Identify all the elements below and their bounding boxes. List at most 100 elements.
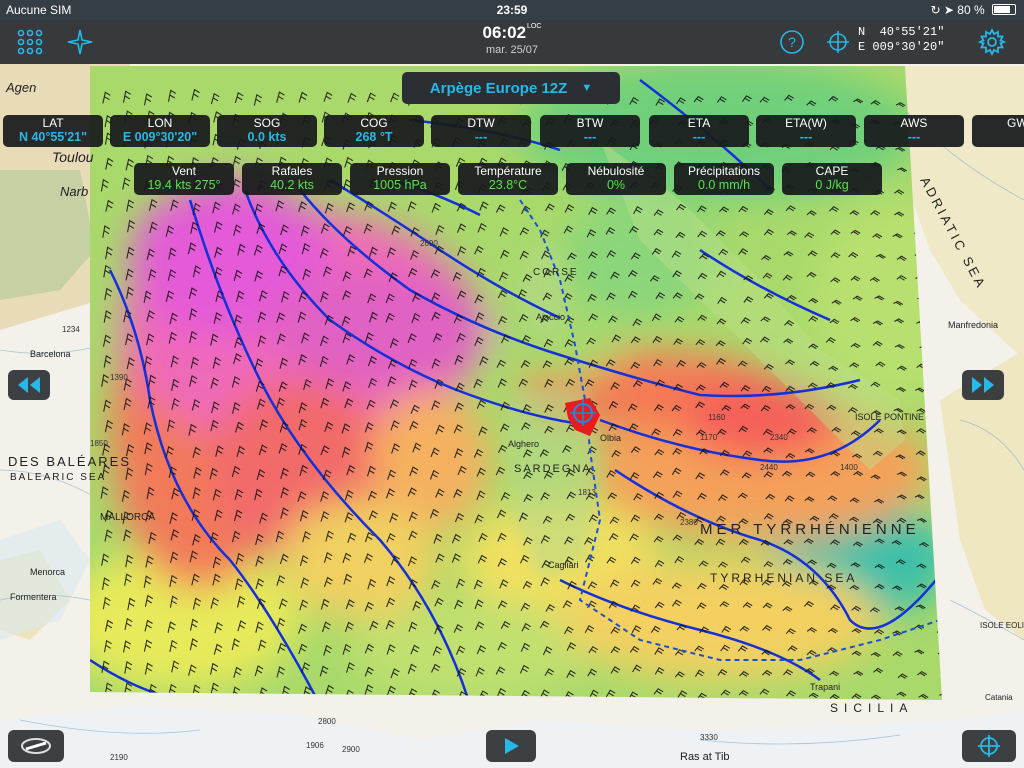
- depth-sounding: 1813: [578, 488, 596, 497]
- depth-sounding: 1906: [306, 741, 324, 750]
- fast-forward-button[interactable]: [962, 370, 1004, 400]
- orientation-lock-icon: ↻: [930, 3, 941, 17]
- tile-value: 268 °T: [355, 130, 393, 144]
- depth-sounding: 1170: [700, 433, 718, 442]
- tile-gusts[interactable]: Rafales 40.2 kts: [242, 163, 342, 195]
- position-readout: N 40°55'21" E 009°30'20": [858, 25, 944, 55]
- depth-sounding: 3330: [700, 733, 718, 742]
- depth-sounding: 2800: [318, 717, 336, 726]
- depth-sounding: 2380: [680, 518, 698, 527]
- map-label-alghero: Alghero: [508, 439, 539, 449]
- compass-star-icon[interactable]: [64, 26, 96, 58]
- depth-sounding: 2440: [760, 463, 778, 472]
- map-label-catania: Catania: [985, 693, 1013, 702]
- tile-precipitation[interactable]: Précipitations 0.0 mm/h: [674, 163, 774, 195]
- tile-eta[interactable]: ETA ---: [649, 115, 749, 147]
- map-label-toulou: Toulou: [52, 149, 94, 165]
- map-label-formentera: Formentera: [10, 592, 57, 602]
- crosshair-target-icon[interactable]: [822, 26, 854, 58]
- tile-aws[interactable]: AWS ---: [864, 115, 964, 147]
- tile-value: 23.8°C: [488, 178, 528, 192]
- map-label-ras-at-tib: Ras at Tib: [680, 751, 730, 763]
- location-arrow-icon: ➤: [943, 3, 954, 17]
- rewind-icon: [18, 377, 40, 393]
- map-label-barcelona: Barcelona: [30, 349, 71, 359]
- play-icon: [505, 738, 519, 754]
- map-label-balearic: BALEARIC SEA: [10, 472, 106, 483]
- map-label-tyrrhen-en: TYRRHENIAN SEA: [710, 571, 857, 585]
- map-label-mallorca: MALLORCA: [100, 512, 155, 523]
- map-label-sardegna: SARDEGNA: [514, 463, 592, 475]
- tile-cog[interactable]: COG 268 °T: [324, 115, 424, 147]
- depth-sounding: 2690: [420, 239, 438, 248]
- map-label-isole-pontine: ISOLE PONTINE: [855, 412, 924, 422]
- clock-time: 06:02: [482, 23, 527, 42]
- tile-label: ETA(W): [785, 116, 827, 130]
- tile-label: COG: [360, 116, 388, 130]
- tile-wind[interactable]: Vent 19.4 kts 275°: [134, 163, 234, 195]
- tile-value: 0.0 mm/h: [697, 178, 751, 192]
- help-icon[interactable]: ?: [776, 26, 808, 58]
- tile-lon[interactable]: LON E 009°30'20": [110, 115, 210, 147]
- position-lon: E 009°30'20": [858, 40, 945, 54]
- tile-label: Nébulosité: [587, 164, 645, 178]
- tile-value: ---: [583, 130, 597, 144]
- play-button[interactable]: [486, 730, 536, 762]
- depth-sounding: 1160: [708, 413, 726, 422]
- rewind-button[interactable]: [8, 370, 50, 400]
- tile-value: 0 J/kg: [815, 178, 849, 192]
- tile-lat[interactable]: LAT N 40°55'21": [3, 115, 103, 147]
- status-bar: Aucune SIM 23:59 ↻ ➤ 80 %: [0, 0, 1024, 20]
- tile-pressure[interactable]: Pression 1005 hPa: [350, 163, 450, 195]
- tile-cape[interactable]: CAPE 0 J/kg: [782, 163, 882, 195]
- svg-text:?: ?: [788, 34, 796, 50]
- tile-value: 40.2 kts: [270, 178, 314, 192]
- tile-label: SOG: [253, 116, 281, 130]
- map-label-baleares: DES BALÉARES: [8, 454, 131, 469]
- depth-sounding: 1390: [110, 373, 128, 382]
- depth-sounding: 2340: [770, 433, 788, 442]
- tile-cloud-cover[interactable]: Nébulosité 0%: [566, 163, 666, 195]
- tile-temperature[interactable]: Température 23.8°C: [458, 163, 558, 195]
- status-time: 23:59: [496, 3, 528, 17]
- tile-label: LON: [147, 116, 173, 130]
- fast-forward-icon: [972, 377, 994, 393]
- tile-label: LAT: [42, 116, 64, 130]
- tile-value: N 40°55'21": [18, 130, 88, 144]
- tile-btw[interactable]: BTW ---: [540, 115, 640, 147]
- map-label-tyrrhen-fr: MER TYRRHÉNIENNE: [700, 521, 920, 538]
- tile-value: 0%: [606, 178, 626, 192]
- position-lat: N 40°55'21": [858, 25, 945, 39]
- route-button[interactable]: [8, 730, 64, 762]
- model-selector[interactable]: Arpège Europe 12Z ▼: [402, 72, 620, 104]
- map-label-isole-eolie: ISOLE EOLIE: [980, 621, 1024, 630]
- status-right: ↻ ➤ 80 %: [930, 3, 1016, 17]
- tile-sog[interactable]: SOG 0.0 kts: [217, 115, 317, 147]
- map-label-corse: CORSE: [533, 267, 579, 278]
- depth-sounding: 1400: [840, 463, 858, 472]
- map-label-agen: Agen: [5, 80, 36, 95]
- top-toolbar: 06:02LOC mar. 25/07 ? N 40°55'21" E 009°3…: [0, 20, 1024, 64]
- tile-label: BTW: [576, 116, 604, 130]
- tile-dtw[interactable]: DTW ---: [431, 115, 531, 147]
- clock-date: mar. 25/07: [486, 44, 538, 56]
- grid-menu-icon[interactable]: [14, 26, 46, 58]
- tile-value: ---: [692, 130, 706, 144]
- tile-label: AWS: [900, 116, 928, 130]
- tile-value: ---: [474, 130, 488, 144]
- map-label-sicilia: SICILIA: [830, 701, 913, 715]
- tile-value: ---: [799, 130, 813, 144]
- tile-label: Pression: [376, 164, 424, 178]
- tile-value: ---: [907, 130, 921, 144]
- gear-icon[interactable]: [976, 26, 1008, 58]
- tile-value: E 009°30'20": [122, 130, 198, 144]
- tile-value: 1005 hPa: [373, 178, 427, 192]
- tile-gw[interactable]: GW: [972, 115, 1024, 147]
- locate-button[interactable]: [962, 730, 1016, 762]
- tile-label: Vent: [171, 164, 197, 178]
- tile-label: Rafales: [271, 164, 313, 178]
- dropdown-caret-icon: ▼: [581, 82, 593, 94]
- tile-eta-w[interactable]: ETA(W) ---: [756, 115, 856, 147]
- tile-label: Précipitations: [687, 164, 761, 178]
- map-label-olbia: Olbia: [600, 433, 621, 443]
